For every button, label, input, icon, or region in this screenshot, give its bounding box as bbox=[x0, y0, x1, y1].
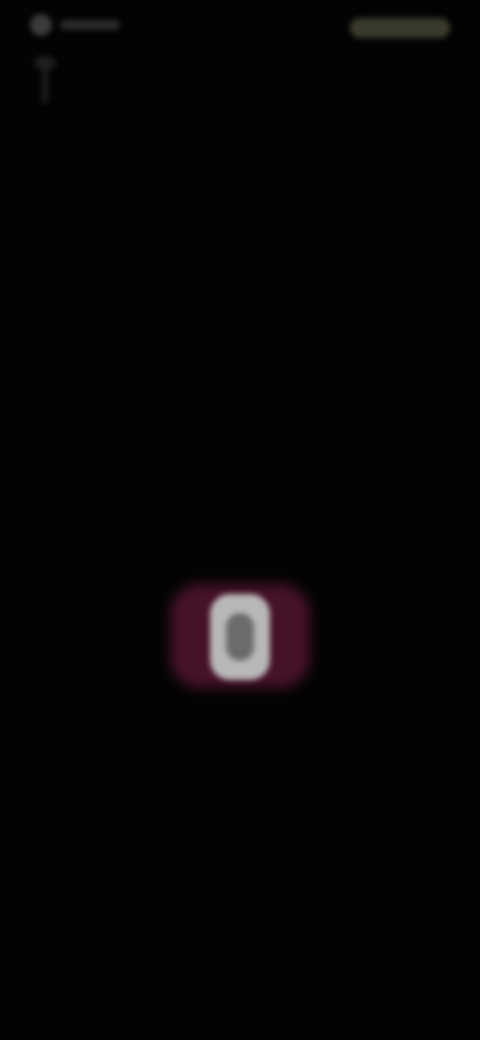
status-bar-right bbox=[350, 18, 450, 38]
status-bar-left bbox=[30, 14, 120, 36]
back-arrow-stem bbox=[42, 58, 48, 104]
back-arrow-icon[interactable] bbox=[30, 52, 60, 108]
status-text-placeholder bbox=[60, 20, 120, 30]
status-icon bbox=[30, 14, 52, 36]
center-glyph-text: 0 bbox=[160, 570, 320, 700]
center-display: 0 bbox=[160, 570, 320, 700]
